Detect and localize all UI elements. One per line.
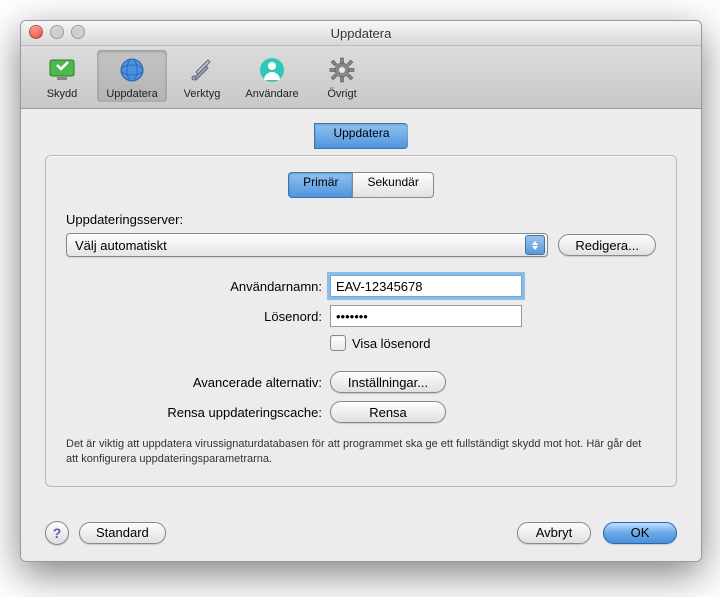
username-input[interactable] [330,275,522,297]
sub-tab-bar: Primär Sekundär [66,172,656,198]
edit-server-button[interactable]: Redigera... [558,234,656,256]
advanced-settings-button[interactable]: Inställningar... [330,371,446,393]
username-label: Användarnamn: [66,279,330,294]
tab-update[interactable]: Uppdatera [314,123,407,149]
show-password-checkbox[interactable] [330,335,346,351]
clear-cache-button[interactable]: Rensa [330,401,446,423]
window-title: Uppdatera [331,26,392,41]
server-label: Uppdateringsserver: [66,212,656,227]
minimize-window-button[interactable] [50,25,64,39]
titlebar: Uppdatera [21,21,701,46]
toolbar-item-protection[interactable]: Skydd [27,50,97,102]
toolbar-label: Uppdatera [106,88,157,100]
toolbar-item-other[interactable]: Övrigt [307,50,377,102]
footer: ? Standard Avbryt OK [21,507,701,561]
chevron-updown-icon [525,235,545,255]
password-label: Lösenord: [66,309,330,324]
standard-button[interactable]: Standard [79,522,166,544]
preferences-window: Uppdatera Skydd Uppdatera [20,20,702,562]
server-select[interactable]: Välj automatiskt [66,233,548,257]
cancel-button[interactable]: Avbryt [517,522,591,544]
globe-icon [116,54,148,86]
tools-icon [186,54,218,86]
close-window-button[interactable] [29,25,43,39]
toolbar: Skydd Uppdatera Verktyg [21,46,701,109]
clear-cache-label: Rensa uppdateringscache: [66,405,330,420]
info-text: Det är viktig att uppdatera virussignatu… [66,437,656,468]
gear-icon [326,54,358,86]
password-input[interactable] [330,305,522,327]
tab-secondary[interactable]: Sekundär [352,172,433,198]
toolbar-item-update[interactable]: Uppdatera [97,50,167,102]
shield-icon [46,54,78,86]
toolbar-label: Skydd [47,88,78,100]
toolbar-item-tools[interactable]: Verktyg [167,50,237,102]
advanced-label: Avancerade alternativ: [66,375,330,390]
help-button[interactable]: ? [45,521,69,545]
window-controls [29,25,85,39]
content-area: Uppdatera Primär Sekundär Uppdateringsse… [21,109,701,507]
toolbar-item-user[interactable]: Användare [237,50,307,102]
ok-button[interactable]: OK [603,522,677,544]
toolbar-label: Övrigt [327,88,356,100]
settings-group: Primär Sekundär Uppdateringsserver: Välj… [45,155,677,487]
server-value: Välj automatiskt [75,238,525,253]
toolbar-label: Användare [245,88,298,100]
show-password-label: Visa lösenord [352,336,431,351]
zoom-window-button[interactable] [71,25,85,39]
toolbar-label: Verktyg [184,88,221,100]
main-tab-bar: Uppdatera [45,123,677,149]
tab-primary[interactable]: Primär [288,172,352,198]
user-icon [256,54,288,86]
